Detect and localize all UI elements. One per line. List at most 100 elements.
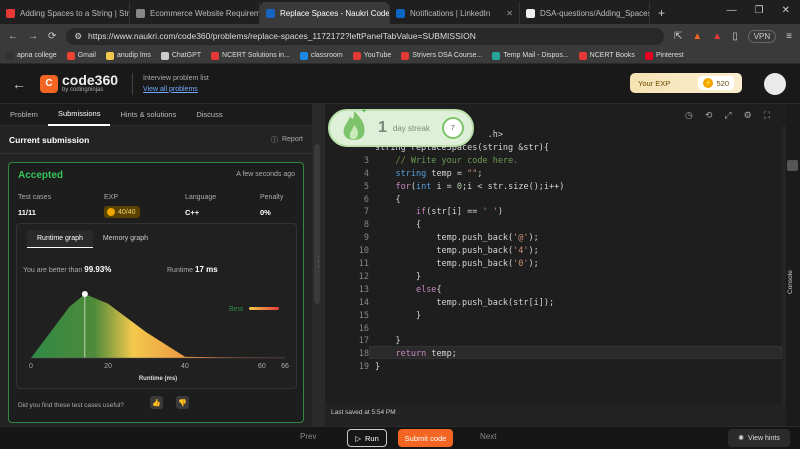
browser-tab[interactable]: Ecommerce Website Requireme…✕	[130, 2, 260, 24]
tab-problem[interactable]: Problem	[0, 104, 48, 126]
browser-tab[interactable]: Notifications | LinkedIn ✕	[390, 2, 520, 24]
bookmark-item[interactable]: classroom	[299, 51, 343, 60]
console-toggle-icon[interactable]	[787, 160, 798, 171]
bookmark-item[interactable]: Pinterest	[644, 51, 684, 60]
bookmark-label: YouTube	[363, 52, 392, 59]
line-number: 7	[363, 207, 369, 218]
better-value: 99.93%	[84, 265, 112, 274]
report-button[interactable]: ⓘ Report	[271, 135, 303, 145]
menu-icon[interactable]: ≡	[786, 31, 792, 42]
code-line: if(str[i] == ' ')	[415, 207, 503, 218]
fullscreen-icon[interactable]: ⤢	[724, 110, 731, 121]
minimize-icon[interactable]: —	[727, 5, 737, 16]
status-accepted: Accepted	[18, 170, 64, 181]
timer-icon[interactable]: ◷	[685, 110, 693, 121]
stat-value-testcases: 11/11	[18, 208, 36, 217]
close-tab-icon[interactable]: ✕	[506, 9, 513, 18]
svg-text:✦: ✦	[361, 107, 367, 115]
view-hints-label: View hints	[748, 434, 780, 442]
stat-label-language: Language	[185, 194, 217, 201]
exp-widget[interactable]: Your EXP ⚡ 520	[630, 73, 742, 93]
reload-icon[interactable]: ⟳	[48, 31, 56, 42]
submit-code-button[interactable]: Submit code	[398, 429, 453, 447]
line-number: 9	[363, 233, 369, 244]
drag-handle-icon[interactable]: · · ·	[317, 253, 320, 271]
line-number: 5	[363, 181, 369, 192]
x-tick-label: 40	[181, 363, 189, 370]
problem-list-label: Interview problem list	[143, 74, 209, 82]
back-arrow-icon[interactable]: ←	[12, 76, 26, 92]
bookmark-item[interactable]: Strivers DSA Course...	[401, 51, 483, 60]
panel-splitter[interactable]: · · ·	[312, 104, 325, 426]
sidebar-icon[interactable]: ▯	[732, 31, 738, 42]
tab-memory-graph[interactable]: Memory graph	[93, 230, 158, 248]
run-button[interactable]: ▷ Run	[347, 429, 387, 447]
back-icon[interactable]: ←	[8, 31, 18, 42]
vpn-button[interactable]: VPN	[747, 29, 777, 43]
brave-shield-icon[interactable]: ▲	[692, 31, 702, 42]
bookmark-item[interactable]: anudip lms	[105, 51, 151, 60]
logo-mark-icon: C	[40, 74, 58, 93]
x-tick-label: 60	[258, 363, 266, 370]
run-label: Run	[365, 433, 379, 443]
logo-main: code360	[62, 72, 119, 88]
left-scrollbar[interactable]	[314, 144, 320, 304]
site-info-icon[interactable]: ⚙	[74, 31, 82, 42]
avatar[interactable]	[764, 73, 786, 95]
code-line: {	[375, 194, 401, 205]
bookmark-item[interactable]: apna college	[6, 51, 57, 60]
stat-label-testcases: Test cases	[18, 194, 52, 201]
tab-favicon-icon	[526, 8, 535, 18]
bookmark-item[interactable]: NCERT Books	[578, 51, 635, 60]
reset-icon[interactable]: ⟲	[705, 110, 713, 121]
forward-icon[interactable]: →	[28, 31, 38, 42]
graph-tabs: Runtime graph Memory graph	[27, 230, 158, 248]
window-controls: — ❐ ✕	[717, 0, 800, 21]
bookmark-item[interactable]: Temp Mail - Dispos...	[492, 51, 569, 60]
tab-submissions[interactable]: Submissions	[47, 104, 111, 126]
view-hints-button[interactable]: ✺ View hints	[728, 429, 790, 447]
bookmark-item[interactable]: NCERT Solutions in...	[211, 51, 290, 60]
console-sidebar[interactable]: Console	[786, 104, 800, 426]
code-editor[interactable]: .h> string replaceSpaces(string &str){3 /…	[325, 126, 782, 404]
thumbs-down-icon[interactable]: 👎	[176, 396, 189, 409]
bookmark-favicon-icon	[6, 51, 14, 60]
url-field[interactable]: ⚙ https://www.naukri.com/code360/problem…	[66, 27, 664, 45]
browser-tab[interactable]: Replace Spaces - Naukri Code…✕	[260, 2, 390, 24]
browser-tab[interactable]: Adding Spaces to a String | Stri…✕	[0, 2, 130, 24]
tab-hints[interactable]: Hints & solutions	[110, 104, 186, 126]
bookmark-item[interactable]: Gmail	[66, 51, 96, 60]
legend-gradient-bar	[249, 307, 279, 310]
share-icon[interactable]: ⇱	[674, 31, 682, 42]
extension-icon[interactable]: ▲	[712, 31, 722, 42]
x-axis-label: Runtime (ms)	[139, 376, 177, 382]
close-window-icon[interactable]: ✕	[782, 5, 790, 16]
browser-tab[interactable]: DSA-questions/Adding_Spaces…✕	[520, 2, 650, 24]
tab-favicon-icon	[396, 8, 405, 18]
stat-label-penalty: Penalty	[260, 194, 284, 201]
bookmark-favicon-icon	[66, 51, 75, 60]
bookmark-item[interactable]: ChatGPT	[160, 51, 201, 60]
bookmark-label: Temp Mail - Dispos...	[503, 52, 569, 59]
app-header: ← C code360 by codingninjas Interview pr…	[0, 64, 800, 104]
next-button[interactable]: Next	[480, 432, 496, 441]
code360-logo[interactable]: C code360 by codingninjas	[40, 72, 119, 93]
tab-runtime-graph[interactable]: Runtime graph	[27, 230, 93, 248]
stat-value-exp: 40/40	[118, 208, 136, 216]
tab-discuss[interactable]: Discuss	[186, 104, 232, 126]
view-all-problems-link[interactable]: View all problems	[143, 84, 209, 95]
expand-icon[interactable]: ⛶	[764, 110, 770, 121]
line-number: 6	[363, 194, 369, 205]
prev-button[interactable]: Prev	[300, 432, 316, 441]
maximize-icon[interactable]: ❐	[755, 5, 764, 16]
new-tab-icon[interactable]: +	[650, 6, 673, 24]
streak-popup[interactable]: ✦ 1 day streak 7	[328, 107, 474, 147]
bookmark-label: Strivers DSA Course...	[412, 52, 483, 59]
bookmark-item[interactable]: YouTube	[352, 51, 392, 60]
flame-icon: ✦	[343, 107, 367, 140]
line-number: 16	[358, 323, 369, 334]
line-number: 8	[363, 220, 369, 231]
thumbs-up-icon[interactable]: 👍	[150, 396, 163, 409]
settings-icon[interactable]: ⚙	[744, 110, 752, 121]
current-submission-header: Current submission ⓘ Report	[0, 126, 312, 154]
